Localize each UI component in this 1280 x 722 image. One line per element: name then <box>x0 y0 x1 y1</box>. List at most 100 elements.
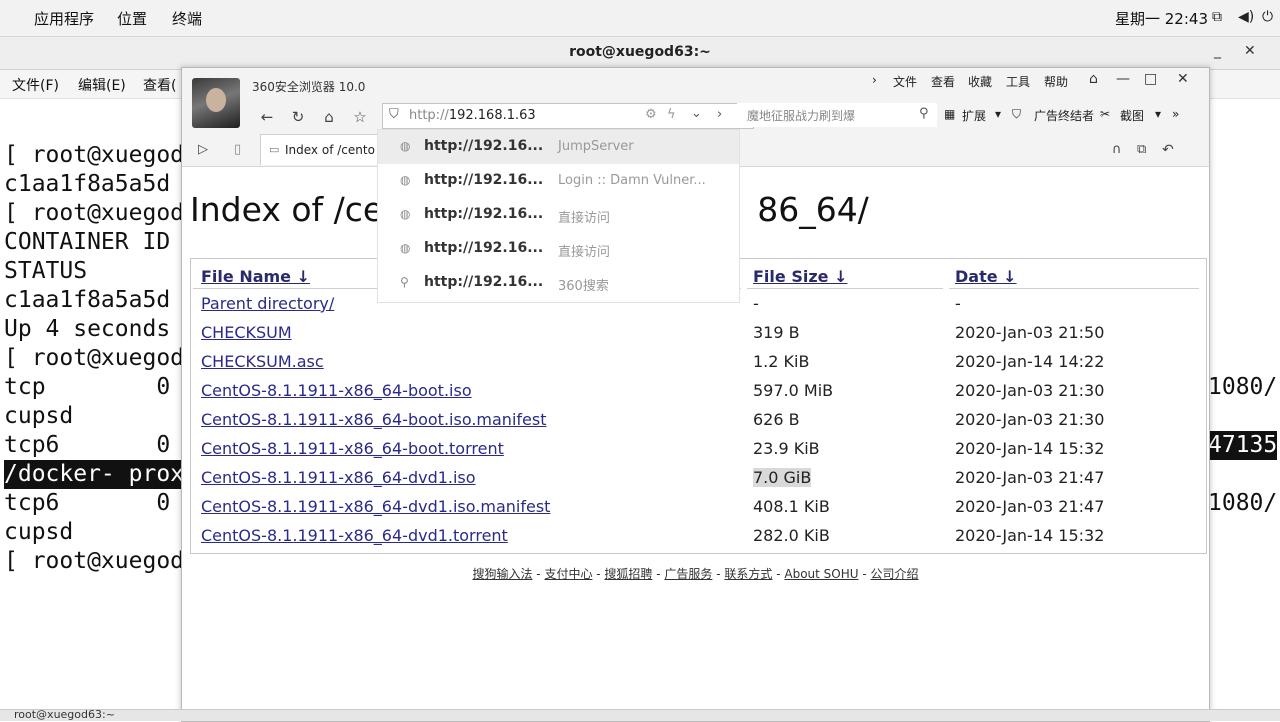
menu-view[interactable]: 查看( <box>143 75 176 95</box>
suggestion-desc: JumpServer <box>558 139 634 154</box>
file-link[interactable]: CentOS-8.1.1911-x86_64-boot.torrent <box>201 439 504 458</box>
footer-link[interactable]: 支付中心 <box>544 567 592 581</box>
clock[interactable]: 星期一 22:43 <box>1115 8 1208 29</box>
menu-file[interactable]: 文件 <box>893 73 917 90</box>
extensions-icon[interactable]: ▦ <box>944 107 955 121</box>
headphones-icon[interactable]: ∩ <box>1112 142 1122 157</box>
go-forward-icon[interactable]: › <box>717 107 722 122</box>
suggestion-desc: 直接访问 <box>558 245 611 260</box>
header-file-size[interactable]: File Size ↓ <box>753 267 847 286</box>
chevron-right-icon[interactable]: › <box>872 73 877 87</box>
footer-link[interactable]: 联系方式 <box>724 567 772 581</box>
suggestion-item[interactable]: ◍ http://192.16... Login :: Damn Vulner.… <box>378 164 739 198</box>
sidebar-toggle-icon[interactable]: ▷ <box>198 142 208 157</box>
terminal-title: root@xuegod63:~ <box>569 44 711 60</box>
home-icon[interactable]: ⌂ <box>317 106 341 128</box>
footer-link[interactable]: 搜狐招聘 <box>604 567 652 581</box>
lightning-icon[interactable]: ϟ <box>667 107 676 122</box>
file-link[interactable]: CentOS-8.1.1911-x86_64-dvd1.torrent <box>201 526 508 545</box>
refresh-icon[interactable]: ↻ <box>286 106 310 128</box>
file-date: - <box>955 294 961 313</box>
search-placeholder: 魔地征服战力刷到爆 <box>747 109 856 123</box>
search-icon[interactable]: ⚲ <box>919 106 929 121</box>
header-date[interactable]: Date ↓ <box>955 267 1017 286</box>
table-row: CentOS-8.1.1911-x86_64-boot.iso.manifest… <box>191 405 1191 434</box>
footer-link[interactable]: 搜狗输入法 <box>472 567 532 581</box>
address-text[interactable]: http://192.168.1.63 <box>409 108 536 123</box>
network-icon[interactable]: ⧉ <box>1212 9 1222 25</box>
table-row: CHECKSUM 319 B 2020-Jan-03 21:50 <box>191 318 1191 347</box>
file-link[interactable]: CentOS-8.1.1911-x86_64-boot.iso <box>201 381 472 400</box>
file-date: 2020-Jan-14 15:32 <box>955 439 1105 458</box>
suggestion-item[interactable]: ⚲ http://192.16... 360搜索 <box>378 266 739 300</box>
screenshot-button[interactable]: 截图 <box>1120 107 1144 124</box>
footer-separator: - <box>712 567 725 581</box>
terminal-titlebar: root@xuegod63:~ _ ✕ <box>0 37 1280 70</box>
restore-tab-icon[interactable]: ⧉ <box>1137 142 1146 157</box>
suggestion-item[interactable]: ◍ http://192.16... 直接访问 <box>378 232 739 266</box>
file-link[interactable]: CentOS-8.1.1911-x86_64-boot.iso.manifest <box>201 410 546 429</box>
globe-icon: ◍ <box>400 139 411 153</box>
volume-icon[interactable]: ◀) <box>1238 9 1254 25</box>
table-row: CHECKSUM.asc 1.2 KiB 2020-Jan-14 14:22 <box>191 347 1191 376</box>
favorite-star-icon[interactable]: ☆ <box>348 106 372 128</box>
tab-list-icon[interactable]: ▯ <box>234 142 241 157</box>
power-icon[interactable]: ⏻ <box>1262 9 1273 25</box>
terminal-line-selected: /docker- prox <box>4 460 185 489</box>
undo-icon[interactable]: ↶ <box>1162 142 1174 158</box>
extensions-button[interactable]: 扩展 <box>962 107 986 124</box>
adblock-button[interactable]: 广告终结者 <box>1034 107 1094 124</box>
menu-file[interactable]: 文件(F) <box>12 75 59 95</box>
minimize-icon[interactable]: _ <box>1214 43 1221 59</box>
chevron-down-icon[interactable]: ⌄ <box>691 106 702 121</box>
taskbar-item-terminal[interactable]: root@xuegod63:~ <box>14 708 115 721</box>
footer-link[interactable]: 广告服务 <box>664 567 712 581</box>
file-link[interactable]: CentOS-8.1.1911-x86_64-dvd1.iso.manifest <box>201 497 550 516</box>
terminal-line: CONTAINER ID <box>4 229 171 255</box>
adblock-icon[interactable]: ⛉ <box>1012 107 1021 122</box>
browser-window: 360安全浏览器 10.0 › 文件 查看 收藏 工具 帮助 ⌂ — □ ✕ ←… <box>181 67 1210 722</box>
places-menu[interactable]: 位置 <box>117 8 147 29</box>
menu-favorites[interactable]: 收藏 <box>968 73 992 90</box>
globe-icon: ◍ <box>400 207 411 221</box>
file-size: 597.0 MiB <box>753 381 834 400</box>
table-row: CentOS-8.1.1911-x86_64-dvd1.iso 7.0 GiB … <box>191 463 1191 492</box>
terminal-menu[interactable]: 终端 <box>172 8 202 29</box>
minimize-icon[interactable]: — <box>1116 71 1130 87</box>
suggestion-item[interactable]: ◍ http://192.16... 直接访问 <box>378 198 739 232</box>
menu-view[interactable]: 查看 <box>931 73 955 90</box>
file-date: 2020-Jan-03 21:47 <box>955 468 1105 487</box>
chevron-down-icon[interactable]: ▾ <box>995 107 1001 121</box>
shield-icon: ⛉ <box>389 107 399 122</box>
avatar[interactable] <box>192 78 240 128</box>
footer-separator: - <box>858 567 871 581</box>
applications-menu[interactable]: 应用程序 <box>34 8 94 29</box>
menu-edit[interactable]: 编辑(E) <box>78 75 126 95</box>
close-icon[interactable]: ✕ <box>1244 43 1256 59</box>
search-box[interactable]: 魔地征服战力刷到爆 ⚲ <box>737 103 937 127</box>
close-icon[interactable]: ✕ <box>1177 71 1189 87</box>
more-icon[interactable]: » <box>1172 107 1179 121</box>
file-link[interactable]: CHECKSUM <box>201 323 292 342</box>
page-footer: 搜狗输入法 - 支付中心 - 搜狐招聘 - 广告服务 - 联系方式 - Abou… <box>182 565 1209 582</box>
skin-icon[interactable]: ⌂ <box>1089 71 1098 87</box>
chevron-down-icon[interactable]: ▾ <box>1155 107 1161 121</box>
suggestion-item[interactable]: ◍ http://192.16... JumpServer <box>378 130 739 164</box>
file-link[interactable]: Parent directory/ <box>201 294 334 313</box>
menu-tools[interactable]: 工具 <box>1006 73 1030 90</box>
footer-separator: - <box>532 567 545 581</box>
menu-help[interactable]: 帮助 <box>1044 73 1068 90</box>
address-bar[interactable]: ⛉ http://192.168.1.63 ⚙ ϟ ⌄ › <box>382 103 754 129</box>
file-date: 2020-Jan-03 21:30 <box>955 410 1105 429</box>
file-link[interactable]: CentOS-8.1.1911-x86_64-dvd1.iso <box>201 468 476 487</box>
footer-link[interactable]: 公司介绍 <box>871 567 919 581</box>
file-link[interactable]: CHECKSUM.asc <box>201 352 324 371</box>
screenshot-icon[interactable]: ✂ <box>1100 107 1110 121</box>
back-icon[interactable]: ← <box>255 106 279 128</box>
tab-active[interactable]: ▭ Index of /cento <box>260 134 380 165</box>
maximize-icon[interactable]: □ <box>1144 71 1157 87</box>
footer-link[interactable]: About SOHU <box>784 567 858 581</box>
file-date: 2020-Jan-03 21:50 <box>955 323 1105 342</box>
header-file-name[interactable]: File Name ↓ <box>201 267 310 286</box>
suggestion-url: http://192.16... <box>424 206 544 222</box>
